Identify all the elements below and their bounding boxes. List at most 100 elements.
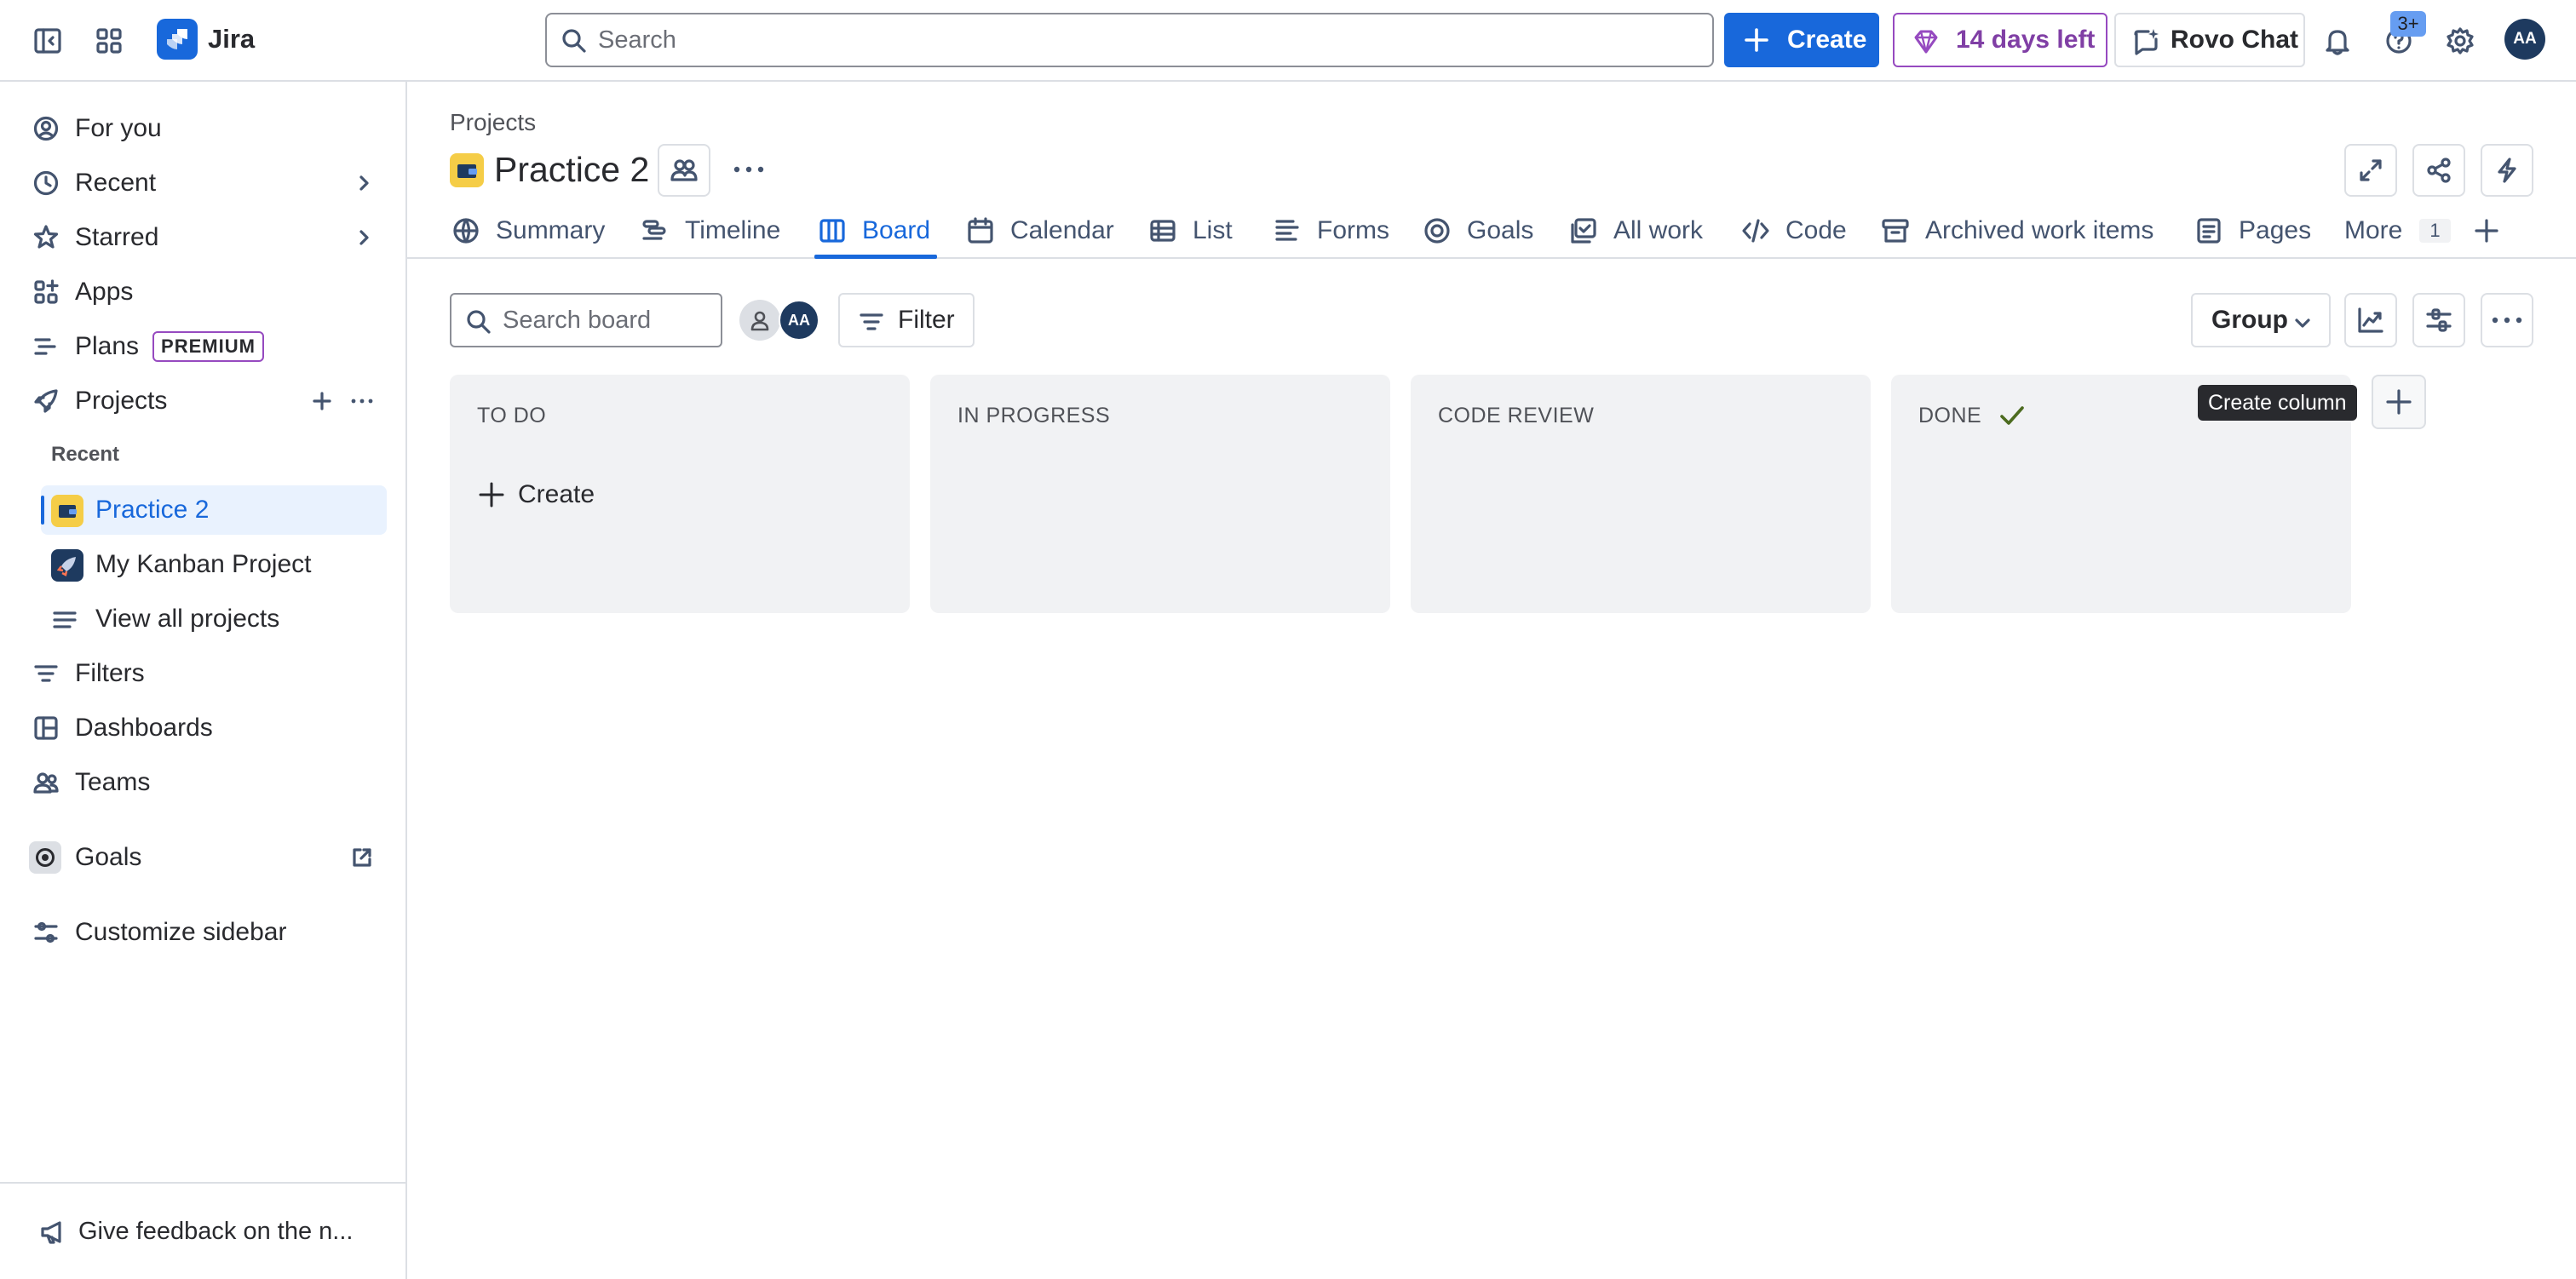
give-feedback-button[interactable]: Give feedback on the n... xyxy=(0,1182,405,1279)
create-column-tooltip: Create column xyxy=(2198,385,2357,421)
sidebar-item-dashboards[interactable]: Dashboards xyxy=(19,703,387,753)
tab-label: More xyxy=(2344,216,2403,244)
tab-label: Code xyxy=(1785,216,1847,244)
sidebar-item-label: Plans xyxy=(75,332,140,360)
sidebar-toggle-icon[interactable] xyxy=(22,15,73,66)
sidebar-item-filters[interactable]: Filters xyxy=(19,649,387,698)
sidebar-item-customize[interactable]: Customize sidebar xyxy=(19,908,387,957)
board-search-placeholder: Search board xyxy=(503,306,652,334)
globe-icon xyxy=(451,216,480,245)
filter-button[interactable]: Filter xyxy=(838,293,975,347)
tab-list[interactable]: List xyxy=(1148,204,1233,257)
tab-forms[interactable]: Forms xyxy=(1273,204,1389,257)
calendar-icon xyxy=(966,216,995,245)
sidebar-item-starred[interactable]: Starred xyxy=(19,213,387,262)
chevron-right-icon xyxy=(354,174,373,192)
group-label: Group xyxy=(2211,306,2288,334)
sidebar-item-apps[interactable]: Apps xyxy=(19,267,387,317)
tab-calendar[interactable]: Calendar xyxy=(966,204,1114,257)
group-dropdown[interactable]: Group xyxy=(2191,293,2331,347)
team-icon[interactable] xyxy=(658,144,710,197)
rovo-chat-icon xyxy=(2131,27,2160,56)
view-all-label: View all projects xyxy=(95,605,280,633)
sidebar-item-label: Filters xyxy=(75,659,145,687)
tab-archived-work-items[interactable]: Archived work items xyxy=(1881,204,2153,257)
assignee-avatar[interactable]: AA xyxy=(779,300,819,341)
rovo-chat-button[interactable]: Rovo Chat xyxy=(2114,13,2305,67)
create-button[interactable]: Create xyxy=(1724,13,1879,67)
projects-more-icon[interactable] xyxy=(349,389,375,413)
gem-icon xyxy=(1912,27,1941,56)
unassigned-avatar-icon[interactable] xyxy=(739,300,780,341)
sidebar-project-practice-2[interactable]: Practice 2 xyxy=(41,485,387,535)
plus-icon xyxy=(477,480,506,509)
rocket-icon xyxy=(32,387,60,415)
tab-label: Timeline xyxy=(685,216,781,244)
sidebar-item-label: Customize sidebar xyxy=(75,918,287,946)
app-name[interactable]: Jira xyxy=(208,24,255,54)
tab-more[interactable]: More 1 xyxy=(2344,204,2451,257)
archive-icon xyxy=(1881,216,1910,245)
customize-icon xyxy=(32,919,60,946)
sidebar-item-label: Teams xyxy=(75,768,151,796)
feedback-label: Give feedback on the n... xyxy=(78,1218,354,1245)
view-settings-icon[interactable] xyxy=(2412,293,2465,347)
board-more-icon[interactable] xyxy=(2481,293,2533,347)
goals-app-icon xyxy=(29,841,61,874)
tab-timeline[interactable]: Timeline xyxy=(641,204,780,257)
sidebar-item-label: Recent xyxy=(75,169,157,197)
jira-logo-icon[interactable] xyxy=(157,19,198,60)
insights-chart-icon[interactable] xyxy=(2344,293,2397,347)
board-icon xyxy=(818,216,847,245)
breadcrumb[interactable]: Projects xyxy=(450,109,536,136)
trial-button[interactable]: 14 days left xyxy=(1893,13,2107,67)
tab-board[interactable]: Board xyxy=(814,204,938,259)
sidebar-project-my-kanban[interactable]: My Kanban Project xyxy=(41,540,387,589)
search-icon xyxy=(465,308,492,336)
user-avatar[interactable]: AA xyxy=(2504,19,2545,60)
add-project-plus-icon[interactable] xyxy=(310,389,334,413)
board-search-input[interactable]: Search board xyxy=(450,293,722,347)
sidebar-item-goals[interactable]: Goals xyxy=(19,833,387,882)
tab-pages[interactable]: Pages xyxy=(2194,204,2311,257)
settings-gear-icon[interactable] xyxy=(2435,15,2486,66)
goal-icon xyxy=(1423,216,1452,245)
project-avatar-icon xyxy=(450,153,484,187)
sidebar-item-for-you[interactable]: For you xyxy=(19,104,387,153)
sidebar-item-label: For you xyxy=(75,114,162,142)
tab-label: Forms xyxy=(1317,216,1389,244)
search-placeholder: Search xyxy=(598,26,676,54)
more-actions-icon[interactable] xyxy=(726,154,772,185)
list-icon xyxy=(51,606,78,634)
board-column-todo: TO DO Create xyxy=(450,375,910,613)
tab-label: Summary xyxy=(496,216,606,244)
sidebar-item-label: Projects xyxy=(75,387,168,415)
recent-projects-heading: Recent xyxy=(51,443,120,466)
tab-all-work[interactable]: All work xyxy=(1569,204,1703,257)
share-icon[interactable] xyxy=(2412,144,2465,197)
automation-lightning-icon[interactable] xyxy=(2481,144,2533,197)
sidebar-item-teams[interactable]: Teams xyxy=(19,758,387,807)
premium-lozenge: PREMIUM xyxy=(152,331,264,362)
user-circle-icon xyxy=(32,115,60,142)
tab-code[interactable]: Code xyxy=(1741,204,1847,257)
app-switcher-icon[interactable] xyxy=(83,15,135,66)
sidebar-item-projects[interactable]: Projects xyxy=(19,376,387,426)
create-issue-button[interactable]: Create xyxy=(477,480,595,509)
add-tab-plus-icon[interactable] xyxy=(2472,204,2501,257)
global-search-input[interactable]: Search xyxy=(545,13,1714,67)
project-avatar-icon xyxy=(51,495,83,527)
tab-summary[interactable]: Summary xyxy=(451,204,605,257)
column-title: DONE xyxy=(1918,404,1982,427)
notifications-bell-icon[interactable] xyxy=(2312,15,2363,66)
external-link-icon xyxy=(351,846,373,869)
tab-label: List xyxy=(1193,216,1233,244)
sidebar-item-recent[interactable]: Recent xyxy=(19,158,387,208)
code-icon xyxy=(1741,216,1770,245)
tab-goals[interactable]: Goals xyxy=(1423,204,1533,257)
sidebar-item-plans[interactable]: Plans PREMIUM xyxy=(19,322,387,371)
create-column-button[interactable] xyxy=(2372,375,2426,429)
fullscreen-icon[interactable] xyxy=(2344,144,2397,197)
view-all-projects-link[interactable]: View all projects xyxy=(41,594,387,644)
list-table-icon xyxy=(1148,216,1177,245)
